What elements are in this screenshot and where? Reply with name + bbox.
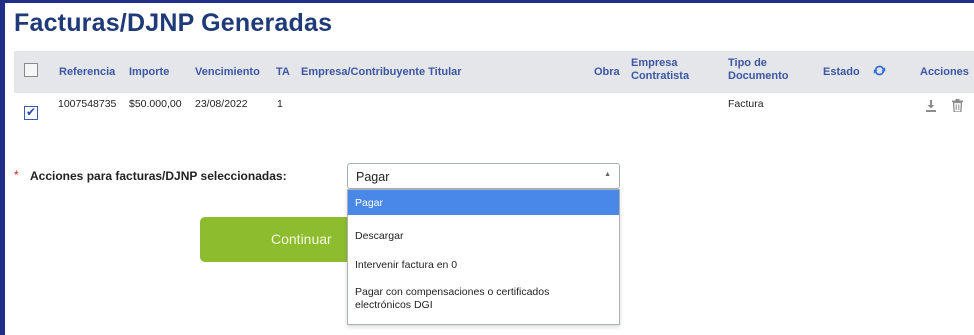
- option-pagar-compensaciones[interactable]: Pagar con compensaciones o certificados …: [348, 281, 619, 324]
- header-tipo-documento-line1[interactable]: Tipo de: [728, 57, 767, 69]
- actions-select-value: Pagar: [356, 170, 390, 184]
- actions-label: Acciones para facturas/DJNP seleccionada…: [30, 169, 287, 183]
- window-frame-left: [0, 0, 5, 335]
- caret-up-icon: ▲: [604, 171, 611, 178]
- option-pagar-compensaciones-line1: Pagar con compensaciones o certificados: [355, 286, 550, 298]
- required-marker: *: [14, 168, 19, 182]
- header-importe[interactable]: Importe: [129, 66, 169, 78]
- actions-dropdown-list: Pagar Descargar Intervenir factura en 0 …: [347, 189, 620, 325]
- table-header: Referencia Importe Vencimiento TA Empres…: [14, 51, 974, 93]
- header-acciones: Acciones: [920, 66, 969, 78]
- header-empresa-contratista-line1[interactable]: Empresa: [631, 57, 677, 69]
- refresh-icon[interactable]: [873, 64, 886, 77]
- cell-vencimiento: 23/08/2022: [195, 98, 248, 110]
- header-obra[interactable]: Obra: [594, 66, 620, 78]
- header-vencimiento[interactable]: Vencimiento: [195, 66, 260, 78]
- option-pagar-compensaciones-line2: electrónicos DGI: [355, 299, 433, 311]
- header-tipo-documento-line2[interactable]: Documento: [728, 70, 789, 82]
- cell-ta: 1: [277, 98, 283, 110]
- window-frame-top: [0, 0, 974, 3]
- page-title: Facturas/DJNP Generadas: [14, 9, 333, 37]
- header-referencia[interactable]: Referencia: [59, 66, 115, 78]
- cell-importe: $50.000,00: [129, 98, 182, 110]
- header-estado[interactable]: Estado: [823, 66, 860, 78]
- header-empresa-titular[interactable]: Empresa/Contribuyente Titular: [301, 66, 462, 78]
- option-pagar[interactable]: Pagar: [348, 190, 619, 215]
- download-icon[interactable]: [925, 99, 937, 112]
- continue-button-label: Continuar: [271, 231, 332, 247]
- option-intervenir-factura[interactable]: Intervenir factura en 0: [348, 253, 619, 281]
- actions-select[interactable]: Pagar ▲: [347, 163, 620, 189]
- cell-referencia: 1007548735: [58, 98, 117, 110]
- row-checkbox[interactable]: [24, 105, 38, 120]
- trash-icon[interactable]: [952, 99, 963, 112]
- header-empresa-contratista-line2[interactable]: Contratista: [631, 70, 689, 82]
- continue-button[interactable]: Continuar: [200, 217, 347, 262]
- header-ta[interactable]: TA: [276, 66, 290, 78]
- select-all-checkbox[interactable]: [24, 63, 38, 77]
- cell-tipo-documento: Factura: [728, 98, 764, 110]
- option-descargar[interactable]: Descargar: [348, 215, 619, 253]
